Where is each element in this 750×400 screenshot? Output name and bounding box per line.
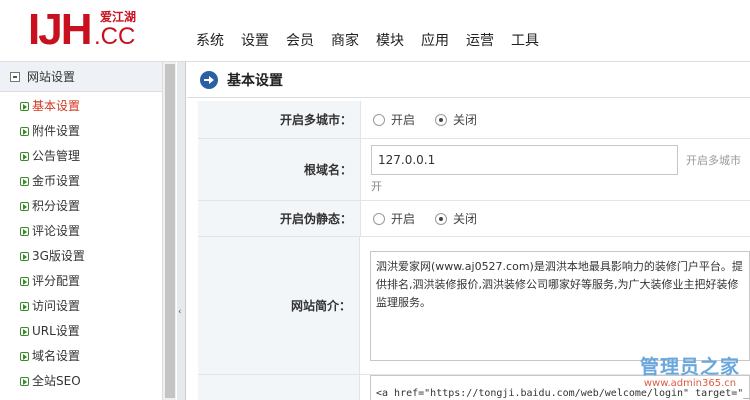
sidebar-item-comments[interactable]: 评论设置 — [0, 219, 175, 244]
root-domain-hint-below: 开 — [371, 180, 382, 193]
multi-city-label: 开启多城市： — [198, 101, 361, 138]
nav-item-apps[interactable]: 应用 — [421, 32, 449, 50]
sidebar-item-label: URL设置 — [32, 324, 80, 338]
form-row-pseudo-static: 开启伪静态： 开启 关闭 — [198, 201, 750, 237]
arrow-right-icon — [20, 227, 29, 236]
sidebar: 网站设置 基本设置 附件设置 公告管理 金币设置 积分设置 评论设置 3G版设置… — [0, 62, 176, 400]
watermark-title: 管理员之家 — [639, 356, 740, 378]
nav-item-modules[interactable]: 模块 — [376, 32, 404, 50]
arrow-right-icon — [20, 252, 29, 261]
logo-suffix-text: .CC — [94, 23, 136, 50]
watermark-url: www.admin365.cn — [643, 378, 737, 389]
radio-label: 关闭 — [453, 212, 478, 226]
nav-item-system[interactable]: 系统 — [196, 32, 224, 50]
collapse-left-icon[interactable]: ‹ — [178, 307, 182, 317]
watermark: 管理员之家 www.admin365.cn — [640, 356, 740, 390]
form-row-site-intro: 网站简介： 泗洪爱家网(www.aj0527.com)是泗洪本地最具影响力的装修… — [198, 237, 750, 375]
page-title: 基本设置 — [227, 72, 283, 89]
collapse-minus-icon[interactable] — [10, 71, 20, 82]
form-row-root-domain: 根域名： 开启多城市 开 — [198, 139, 750, 201]
sidebar-item-domain[interactable]: 域名设置 — [0, 344, 175, 369]
sidebar-item-attachment[interactable]: 附件设置 — [0, 119, 175, 144]
multi-city-on-radio[interactable]: 开启 — [373, 111, 415, 128]
sidebar-item-label: 积分设置 — [32, 199, 81, 213]
sidebar-title-label: 网站设置 — [27, 69, 76, 84]
sidebar-item-gold[interactable]: 金币设置 — [0, 169, 175, 194]
arrow-right-icon — [20, 102, 29, 111]
arrow-right-icon — [20, 302, 29, 311]
logo-main-text: IJH — [28, 5, 93, 54]
radio-label: 关闭 — [453, 113, 478, 127]
arrow-right-icon — [20, 127, 29, 136]
sidebar-item-announcement[interactable]: 公告管理 — [0, 144, 175, 169]
sidebar-item-label: 3G版设置 — [32, 249, 85, 263]
nav-item-tools[interactable]: 工具 — [511, 32, 539, 50]
sidebar-item-url[interactable]: URL设置 — [0, 319, 175, 344]
nav-item-settings[interactable]: 设置 — [241, 32, 269, 50]
sidebar-item-label: 附件设置 — [32, 124, 81, 138]
page-header: 基本设置 — [187, 62, 750, 98]
arrow-right-icon — [20, 202, 29, 211]
radio-dot-icon — [373, 212, 385, 225]
sidebar-scrollbar[interactable] — [162, 62, 176, 400]
sidebar-item-label: 评论设置 — [32, 224, 81, 238]
arrow-right-icon — [20, 327, 29, 336]
sidebar-item-basic[interactable]: 基本设置 — [0, 94, 175, 119]
sidebar-scrollbar-thumb[interactable] — [165, 64, 175, 398]
arrow-right-icon — [20, 377, 29, 386]
arrow-right-icon — [20, 352, 29, 361]
multi-city-off-radio[interactable]: 关闭 — [435, 111, 477, 128]
sidebar-item-label: 全站SEO — [32, 374, 81, 388]
sidebar-section-title[interactable]: 网站设置 — [0, 62, 175, 92]
sidebar-item-label: 访问设置 — [32, 299, 81, 313]
radio-label: 开启 — [391, 212, 416, 226]
root-domain-input[interactable] — [371, 145, 678, 175]
form-row-multi-city: 开启多城市： 开启 关闭 — [198, 101, 750, 139]
sidebar-item-access[interactable]: 访问设置 — [0, 294, 175, 319]
root-domain-label: 根域名： — [198, 139, 361, 200]
sidebar-item-label: 域名设置 — [32, 349, 81, 363]
site-intro-label: 网站简介： — [198, 237, 360, 374]
pseudo-static-label: 开启伪静态： — [198, 201, 361, 236]
root-domain-hint: 开启多城市 — [686, 154, 741, 167]
site-logo[interactable]: IJH 爱江湖 .CC — [28, 6, 143, 54]
logo-cn-text: 爱江湖 — [100, 10, 137, 24]
nav-item-members[interactable]: 会员 — [286, 32, 314, 50]
radio-dot-icon — [435, 212, 448, 225]
top-header: IJH 爱江湖 .CC 系统 设置 会员 商家 模块 应用 运营 工具 — [0, 0, 750, 62]
sidebar-item-rating[interactable]: 评分配置 — [0, 269, 175, 294]
sidebar-item-3g[interactable]: 3G版设置 — [0, 244, 175, 269]
radio-dot-icon — [435, 113, 448, 126]
multi-city-radio-group: 开启 关闭 — [373, 111, 497, 128]
sidebar-item-label: 基本设置 — [32, 99, 81, 113]
radio-label: 开启 — [391, 113, 416, 127]
arrow-right-icon — [20, 277, 29, 286]
pseudo-static-off-radio[interactable]: 关闭 — [435, 210, 477, 227]
arrow-right-icon — [20, 152, 29, 161]
sidebar-item-points[interactable]: 积分设置 — [0, 194, 175, 219]
sidebar-item-label: 金币设置 — [32, 174, 81, 188]
pseudo-static-radio-group: 开启 关闭 — [373, 210, 497, 227]
top-nav: 系统 设置 会员 商家 模块 应用 运营 工具 — [196, 32, 556, 50]
main-content: 基本设置 开启多城市： 开启 关闭 根域名： 开启多城市 开 — [187, 62, 750, 400]
sidebar-item-seo[interactable]: 全站SEO — [0, 369, 175, 394]
sidebar-menu: 基本设置 附件设置 公告管理 金币设置 积分设置 评论设置 3G版设置 评分配置… — [0, 92, 175, 394]
pseudo-static-on-radio[interactable]: 开启 — [373, 210, 415, 227]
sidebar-item-label: 评分配置 — [32, 274, 81, 288]
radio-dot-icon — [373, 113, 385, 126]
stats-code-label — [198, 375, 360, 400]
site-intro-textarea[interactable]: 泗洪爱家网(www.aj0527.com)是泗洪本地最具影响力的装修门户平台。提… — [370, 250, 750, 361]
sidebar-item-label: 公告管理 — [32, 149, 81, 163]
arrow-right-icon — [20, 177, 29, 186]
nav-item-operations[interactable]: 运营 — [466, 32, 494, 50]
nav-item-merchants[interactable]: 商家 — [331, 32, 359, 50]
circle-arrow-icon — [200, 70, 218, 89]
sidebar-splitter[interactable]: ‹ — [177, 62, 186, 400]
